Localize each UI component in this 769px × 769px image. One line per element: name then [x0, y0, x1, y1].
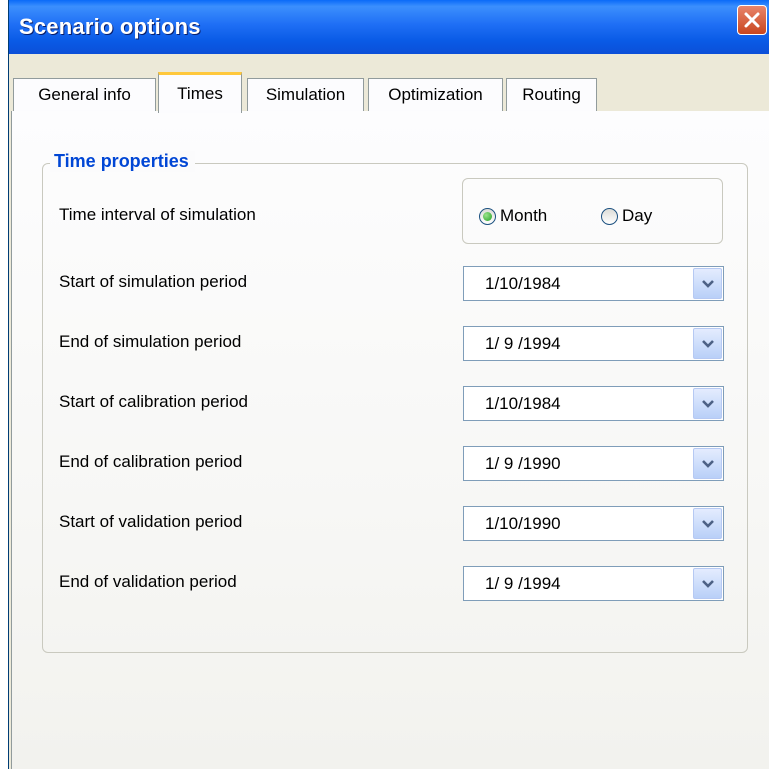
title-bar[interactable]: Scenario options: [9, 0, 769, 54]
end-calibration-date-combo[interactable]: 1/ 9 /1990: [463, 446, 724, 481]
interval-radio-group: Month Day: [462, 178, 723, 244]
close-button[interactable]: [737, 5, 767, 35]
radio-unselected-icon: [601, 207, 618, 225]
tab-label: Simulation: [265, 85, 346, 104]
row-label: Start of validation period: [59, 512, 243, 531]
times-tab-panel: Time properties Time interval of simulat…: [11, 111, 769, 769]
dropdown-button[interactable]: [693, 448, 722, 479]
end-simulation-date-combo[interactable]: 1/ 9 /1994: [463, 326, 724, 361]
combo-value: 1/ 9 /1994: [485, 334, 561, 353]
row-label: End of simulation period: [59, 332, 242, 351]
chevron-down-icon: [701, 339, 714, 348]
start-simulation-date-combo[interactable]: 1/10/1984: [463, 266, 724, 301]
radio-month[interactable]: Month: [479, 206, 547, 226]
tab-simulation[interactable]: Simulation: [247, 78, 364, 111]
tab-label: General info: [38, 85, 131, 104]
combo-value: 1/10/1990: [485, 514, 561, 533]
tab-strip: General info Times Simulation Optimizati…: [11, 72, 769, 113]
chevron-down-icon: [701, 459, 714, 468]
row-label: Start of simulation period: [59, 272, 248, 291]
start-validation-date-combo[interactable]: 1/10/1990: [463, 506, 724, 541]
chevron-down-icon: [701, 279, 714, 288]
close-icon: [744, 12, 760, 28]
start-calibration-date-combo[interactable]: 1/10/1984: [463, 386, 724, 421]
tab-routing[interactable]: Routing: [506, 78, 597, 111]
row-label: Start of calibration period: [59, 392, 248, 411]
radio-day[interactable]: Day: [601, 206, 652, 226]
dropdown-button[interactable]: [693, 508, 722, 539]
dropdown-button[interactable]: [693, 268, 722, 299]
row-label: End of calibration period: [59, 452, 243, 471]
combo-value: 1/10/1984: [485, 394, 561, 413]
tab-label: Times: [177, 84, 223, 103]
dropdown-button[interactable]: [693, 328, 722, 359]
tab-times[interactable]: Times: [158, 72, 242, 113]
group-title: Time properties: [50, 151, 195, 172]
chevron-down-icon: [701, 579, 714, 588]
tab-optimization[interactable]: Optimization: [368, 78, 503, 111]
combo-value: 1/ 9 /1990: [485, 454, 561, 473]
radio-label: Day: [622, 206, 653, 225]
combo-value: 1/ 9 /1994: [485, 574, 561, 593]
end-validation-date-combo[interactable]: 1/ 9 /1994: [463, 566, 724, 601]
dropdown-button[interactable]: [693, 568, 722, 599]
radio-label: Month: [500, 206, 548, 225]
scenario-options-window: Scenario options General info Times Simu…: [8, 0, 769, 769]
tab-label: Routing: [522, 85, 581, 104]
dropdown-button[interactable]: [693, 388, 722, 419]
radio-selected-icon: [479, 207, 496, 225]
chevron-down-icon: [701, 399, 714, 408]
tab-general-info[interactable]: General info: [13, 78, 156, 111]
tab-label: Optimization: [388, 85, 483, 104]
window-title: Scenario options: [19, 14, 201, 39]
chevron-down-icon: [701, 519, 714, 528]
row-label: End of validation period: [59, 572, 237, 591]
time-interval-label: Time interval of simulation: [59, 205, 256, 224]
combo-value: 1/10/1984: [485, 274, 561, 293]
